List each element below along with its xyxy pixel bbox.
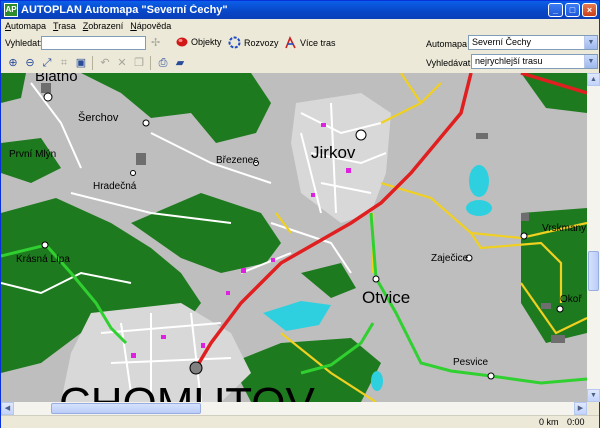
title-bar[interactable]: AP AUTOPLAN Automapa "Severní Čechy" _ □… <box>1 1 599 19</box>
zoom-out-icon[interactable]: ⊖ <box>23 56 37 70</box>
place-label-jirkov: Jirkov <box>311 143 356 162</box>
search-input[interactable] <box>41 36 146 50</box>
objects-icon <box>176 37 188 47</box>
place-label-otvice: Otvice <box>362 288 410 307</box>
status-time: 0:00 <box>567 417 585 427</box>
map-view-icon[interactable]: ▣ <box>74 56 88 70</box>
menu-trasa[interactable]: Trasa <box>53 21 76 31</box>
objects-label: Objekty <box>191 37 222 47</box>
menu-bar: Automapa Trasa Zobrazení Nápověda <box>1 19 599 33</box>
place-label-pesvice: Pesvice <box>453 357 488 368</box>
print-icon[interactable]: ⎙ <box>156 56 170 70</box>
place-label-vrskmany: Vrskmany <box>542 223 586 234</box>
delete-icon[interactable]: ✕ <box>115 56 129 70</box>
zoom-all-icon[interactable]: ⤢ <box>40 56 54 70</box>
junctions-icon <box>228 36 241 49</box>
zoom-in-icon[interactable]: ⊕ <box>6 56 20 70</box>
copy-icon[interactable]: ❐ <box>132 56 146 70</box>
app-window: AP AUTOPLAN Automapa "Severní Čechy" _ □… <box>0 0 600 428</box>
place-label-blatno: Blatno <box>35 73 78 85</box>
vyhledavat-label: Vyhledávat <box>426 58 471 68</box>
maximize-button[interactable]: □ <box>565 3 580 17</box>
multi-route-button[interactable]: Více tras <box>284 36 336 49</box>
map-svg: Blatno Šerchov První Mlýn Hradečná Březe… <box>1 73 587 402</box>
vertical-scrollbar[interactable] <box>587 73 600 402</box>
search-label: Vyhledat: <box>5 38 43 48</box>
menu-automapa[interactable]: Automapa <box>5 21 46 31</box>
place-label-serchov: Šerchov <box>78 111 119 124</box>
toolbar-separator <box>150 56 151 70</box>
place-label-prvni-mlyn: První Mlýn <box>9 149 56 160</box>
place-label-brezenec: Březenec <box>216 155 258 166</box>
vyhledavat-select[interactable]: nejrychlejší trasu ▼ <box>471 54 598 69</box>
vertical-scroll-thumb[interactable] <box>588 251 599 291</box>
scroll-right-icon[interactable]: ▶ <box>574 402 587 415</box>
status-distance: 0 km <box>539 417 559 427</box>
water-area <box>469 165 489 197</box>
close-button[interactable]: × <box>582 3 597 17</box>
multi-route-label: Více tras <box>300 37 336 48</box>
window-title: AUTOPLAN Automapa "Severní Čechy" <box>21 4 228 16</box>
status-bar: 0 km 0:00 <box>1 415 599 428</box>
multi-route-icon <box>285 36 296 49</box>
horizontal-scroll-thumb[interactable] <box>51 403 201 414</box>
app-icon: AP <box>4 3 18 17</box>
chevron-down-icon[interactable]: ▼ <box>584 36 597 49</box>
objects-button[interactable]: Objekty <box>176 36 222 48</box>
water-area <box>466 200 492 216</box>
scroll-up-icon[interactable]: ▲ <box>587 73 600 86</box>
junctions-label: Rozvozy <box>244 37 279 48</box>
automapa-select[interactable]: Severní Čechy ▼ <box>468 35 598 50</box>
place-label-zajecice: Zaječice <box>431 253 469 264</box>
chevron-down-icon[interactable]: ▼ <box>584 55 597 68</box>
vyhledavat-value: nejrychlejší trasu <box>475 56 543 66</box>
minimize-button[interactable]: _ <box>548 3 563 17</box>
map-canvas[interactable]: Blatno Šerchov První Mlýn Hradečná Březe… <box>1 73 587 402</box>
place-label-krasna-lipa: Krásná Lípa <box>16 254 70 265</box>
zoom-window-icon[interactable]: ⌗ <box>57 56 71 70</box>
automapa-value: Severní Čechy <box>472 37 532 47</box>
search-go-icon[interactable]: ✢ <box>151 36 167 50</box>
place-label-okoun: Okoř <box>560 294 582 305</box>
scroll-down-icon[interactable]: ▼ <box>587 389 600 402</box>
water-area <box>371 371 383 391</box>
place-label-hradecna: Hradečná <box>93 181 137 192</box>
undo-icon[interactable]: ↶ <box>98 56 112 70</box>
automapa-label: Automapa <box>426 39 468 49</box>
scroll-left-icon[interactable]: ◀ <box>1 402 14 415</box>
menu-napoveda[interactable]: Nápověda <box>130 21 171 31</box>
toolbar-separator <box>92 56 93 70</box>
book-icon[interactable]: ▰ <box>173 56 187 70</box>
menu-zobrazeni[interactable]: Zobrazení <box>83 21 124 31</box>
junctions-button[interactable]: Rozvozy <box>228 36 279 49</box>
place-label-chomutov: CHOMUTOV <box>59 379 316 402</box>
